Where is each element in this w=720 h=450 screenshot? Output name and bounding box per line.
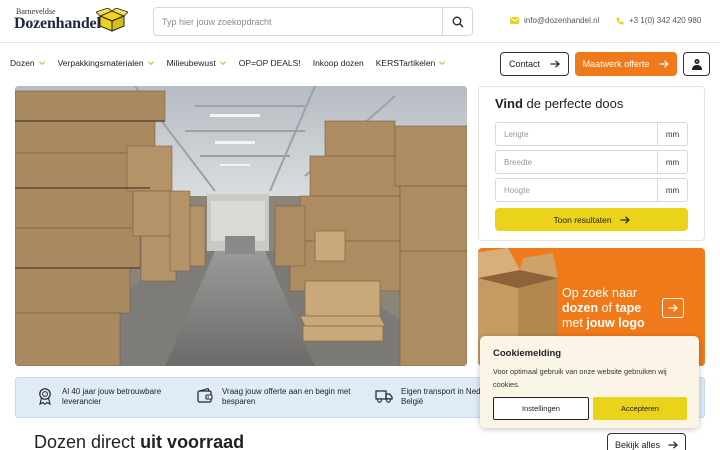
promo-mid: of	[598, 301, 616, 315]
usp-line-2: leverancier	[62, 397, 102, 406]
finder-title: Vind de perfecte doos	[495, 96, 623, 111]
search-icon	[452, 16, 463, 27]
account-button[interactable]	[683, 52, 710, 76]
main-nav: Dozen Verpakkingsmaterialen Milieubewust…	[10, 58, 446, 68]
logo-wordmark: Dozenhandel	[14, 15, 101, 32]
length-unit: mm	[657, 123, 687, 145]
warehouse-illustration	[15, 86, 467, 366]
header-divider	[0, 42, 720, 43]
width-field: mm	[495, 150, 688, 174]
user-icon	[691, 58, 702, 70]
promo-line-1: Op zoek naar	[562, 286, 638, 300]
promo-bold-tape: tape	[615, 301, 642, 315]
cookie-settings-button[interactable]: Instellingen	[493, 397, 589, 420]
usp-item: Al 40 jaar jouw betrouwbare leverancier	[36, 387, 161, 407]
height-unit: mm	[657, 179, 687, 201]
offerte-button-label: Maatwerk offerte	[582, 59, 650, 69]
width-unit: mm	[657, 151, 687, 173]
promo-line-3: met jouw logo	[562, 316, 645, 331]
section-title: Dozen direct uit voorraad	[34, 432, 244, 450]
search-input[interactable]	[154, 8, 442, 35]
arrow-right-icon	[659, 60, 670, 68]
finder-title-rest: de perfecte doos	[522, 96, 624, 111]
promo-bold-dozen: dozen	[562, 301, 599, 315]
length-input[interactable]	[496, 123, 658, 145]
email-text: info@dozenhandel.nl	[524, 16, 600, 25]
usp-line-1: Eigen transport in Ned	[401, 387, 481, 396]
contact-button[interactable]: Contact	[500, 52, 569, 76]
nav-item-verpakkingsmaterialen[interactable]: Verpakkingsmaterialen	[58, 58, 155, 68]
usp-text: Eigen transport in Ned België	[401, 387, 481, 407]
nav-item-label: Verpakkingsmaterialen	[57, 58, 144, 68]
wallet-icon	[197, 387, 213, 403]
nav-item-kerstartikelen[interactable]: KERSTartikelen	[376, 58, 447, 68]
chevron-down-icon	[219, 61, 226, 66]
top-header: Barneveldse Dozenhandel info@dozenhandel…	[0, 0, 720, 42]
promo-pre: met	[562, 316, 587, 330]
nav-item-label: KERSTartikelen	[375, 58, 436, 68]
email-link[interactable]: info@dozenhandel.nl	[510, 16, 599, 25]
cookie-text: Voor optimaal gebruik van onze website g…	[493, 367, 667, 389]
usp-text: Al 40 jaar jouw betrouwbare leverancier	[62, 387, 161, 407]
usp-item: Vraag jouw offerte aan en begin met besp…	[196, 387, 351, 407]
phone-link[interactable]: +3 1(0) 342 420 980	[616, 16, 701, 25]
logo-box-icon	[96, 8, 128, 32]
length-field: mm	[495, 122, 688, 146]
nav-item-inkoop-dozen[interactable]: Inkoop dozen	[313, 58, 364, 68]
contact-button-label: Contact	[508, 59, 541, 69]
section-title-regular: Dozen direct	[34, 432, 141, 450]
nav-item-milieubewust[interactable]: Milieubewust	[167, 58, 227, 68]
usp-text: Vraag jouw offerte aan en begin met besp…	[222, 387, 351, 407]
usp-line-1: Al 40 jaar jouw betrouwbare	[62, 387, 162, 396]
width-input[interactable]	[496, 151, 658, 173]
nav-item-label: Milieubewust	[166, 58, 216, 68]
logo[interactable]: Barneveldse Dozenhandel	[14, 7, 132, 35]
award-icon	[39, 388, 51, 405]
chevron-down-icon	[439, 61, 446, 66]
cookie-title: Cookiemelding	[493, 348, 562, 359]
truck-icon	[375, 390, 393, 403]
usp-line-2: België	[401, 397, 424, 406]
section-title-bold: uit voorraad	[140, 432, 245, 450]
height-input[interactable]	[496, 179, 658, 201]
show-results-label: Toon resultaten	[553, 214, 612, 225]
view-all-label: Bekijk alles	[614, 440, 661, 450]
chevron-down-icon	[147, 61, 154, 66]
nav-item-label: Dozen	[10, 58, 35, 68]
nav-item-label: Inkoop dozen	[312, 58, 364, 68]
maatwerk-offerte-button[interactable]: Maatwerk offerte	[575, 52, 677, 76]
promo-arrow-button[interactable]	[662, 298, 684, 318]
chevron-down-icon	[38, 61, 45, 66]
nav-item-deals[interactable]: OP=OP DEALS!	[239, 58, 301, 68]
search-bar	[153, 7, 473, 36]
phone-text: +3 1(0) 342 420 980	[629, 16, 702, 25]
view-all-button[interactable]: Bekijk alles	[607, 433, 686, 450]
nav-item-label: OP=OP DEALS!	[238, 58, 301, 68]
usp-item: Eigen transport in Ned België	[375, 387, 481, 407]
arrow-right-icon	[668, 441, 678, 449]
promo-bold-logo: jouw logo	[586, 316, 645, 330]
usp-line-2: besparen	[222, 397, 256, 406]
nav-item-dozen[interactable]: Dozen	[10, 58, 46, 68]
hero-warehouse-image	[15, 86, 467, 366]
box-finder-card: Vind de perfecte doos mm mm mm Toon resu…	[478, 86, 705, 241]
arrow-right-icon	[668, 304, 678, 312]
search-button[interactable]	[442, 8, 472, 35]
cookie-banner: Cookiemelding Voor optimaal gebruik van …	[480, 336, 699, 428]
show-results-button[interactable]: Toon resultaten	[495, 208, 688, 231]
phone-icon	[616, 17, 624, 24]
finder-title-bold: Vind	[495, 96, 523, 111]
mail-icon	[510, 17, 519, 24]
promo-line-2: dozen of tape	[562, 301, 645, 316]
cookie-accept-button[interactable]: Accepteren	[593, 397, 687, 420]
arrow-right-icon	[550, 60, 560, 68]
arrow-right-icon	[620, 215, 630, 224]
usp-line-1: Vraag jouw offerte aan en begin met	[222, 387, 351, 396]
height-field: mm	[495, 178, 688, 202]
promo-text: Op zoek naar dozen of tape met jouw logo	[562, 286, 645, 331]
